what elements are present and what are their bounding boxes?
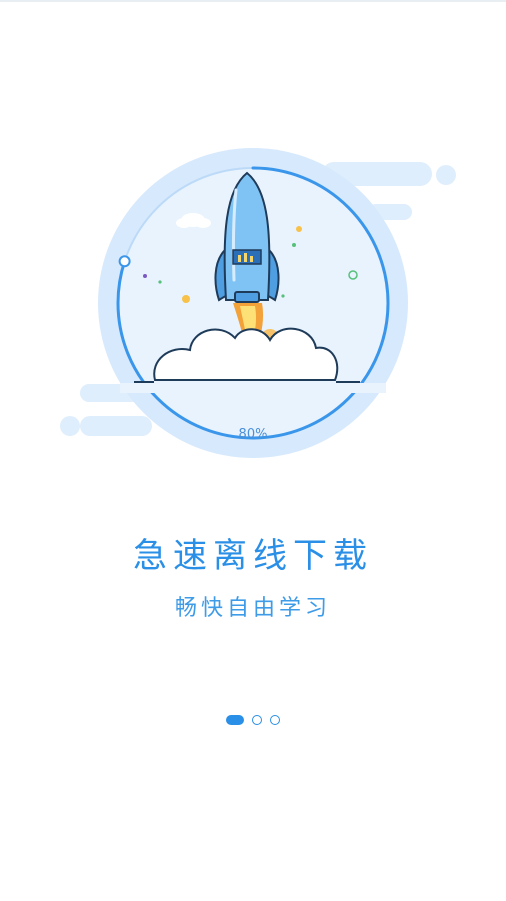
page-subtitle: 畅快自由学习 — [174, 596, 331, 621]
ground — [120, 383, 386, 393]
hero-illustration: 80% — [60, 148, 456, 458]
page-dot-3[interactable] — [270, 715, 280, 725]
progress-knob — [118, 255, 131, 268]
page-title: 急速离线下载 — [133, 536, 373, 576]
page-indicator — [0, 712, 506, 728]
page-dot-1[interactable] — [226, 715, 244, 725]
progress-text: 80% — [239, 427, 268, 442]
page-dot-2[interactable] — [252, 715, 262, 725]
